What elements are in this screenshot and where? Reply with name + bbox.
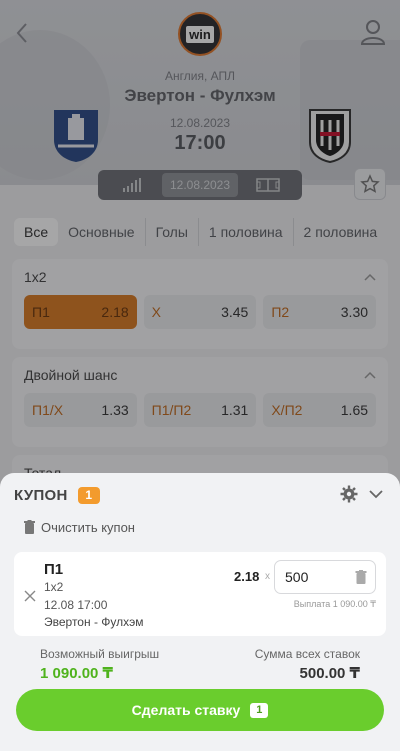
coupon-header: КУПОН 1 [14, 483, 386, 507]
total-stake-value: 500.00 ₸ [299, 665, 360, 682]
clear-coupon-label: Очистить купон [41, 519, 135, 535]
stake-input[interactable] [285, 569, 345, 585]
bet-card: П1 1x2 12.08 17:00 Эвертон - Фулхэм 2.18… [14, 552, 386, 636]
close-icon[interactable] [24, 590, 36, 602]
place-bet-button[interactable]: Сделать ставку 1 [16, 689, 384, 731]
chevron-down-icon[interactable] [368, 487, 384, 501]
possible-win-label: Возможный выигрыш [40, 647, 160, 661]
total-stake-label: Сумма всех ставок [254, 647, 360, 661]
payout-text: Выплата 1 090.00 ₸ [293, 599, 376, 609]
coupon-title: КУПОН [14, 486, 68, 504]
gear-icon[interactable] [340, 485, 358, 503]
clear-coupon-button[interactable]: Очистить купон [24, 517, 135, 537]
stake-field[interactable] [274, 560, 376, 594]
place-bet-count-badge: 1 [250, 702, 269, 718]
coupon-sheet: КУПОН 1 Очистить купон П1 1x2 12.08 17:0… [0, 473, 400, 751]
multiplier-sign: x [265, 571, 270, 582]
bet-teams: Эвертон - Фулхэм [44, 615, 144, 629]
bet-pick: П1 [44, 561, 64, 578]
coupon-count-badge: 1 [77, 486, 100, 504]
trash-icon[interactable] [355, 570, 367, 584]
trash-icon [24, 520, 35, 534]
bet-datetime: 12.08 17:00 [44, 598, 108, 612]
bet-market: 1x2 [44, 580, 64, 594]
possible-win-value: 1 090.00 ₸ [40, 665, 113, 682]
place-bet-label: Сделать ставку [131, 702, 241, 718]
bet-coefficient: 2.18 [234, 569, 260, 584]
